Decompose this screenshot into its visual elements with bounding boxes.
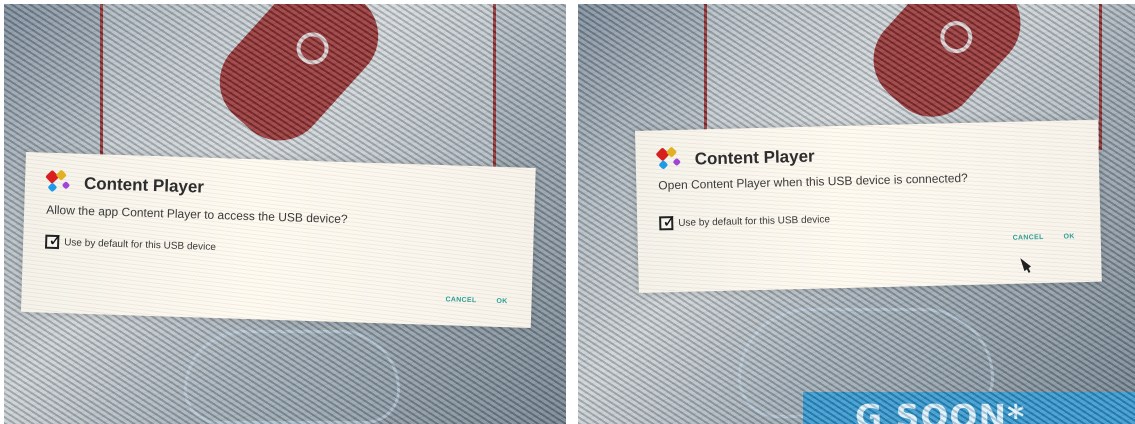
cloud-icon [184, 330, 400, 424]
cancel-button[interactable]: CANCEL [445, 296, 476, 304]
dialog-message: Open Content Player when this USB device… [658, 170, 968, 193]
left-screen-photo: Content Player Allow the app Content Pla… [4, 4, 566, 424]
dialog-title: Content Player [694, 146, 815, 169]
app-icon-purple-tile [61, 181, 71, 190]
use-by-default-label: Use by default for this USB device [678, 213, 831, 229]
dialog-actions: CANCEL OK [1013, 233, 1075, 242]
usb-open-dialog: Content Player Open Content Player when … [635, 119, 1102, 293]
use-by-default-checkbox[interactable]: ✓ [659, 212, 677, 231]
coming-soon-banner: G SOON* [803, 392, 1135, 424]
app-icon-yellow-tile [55, 169, 67, 181]
use-by-default-checkbox-row[interactable]: ✓ Use by default for this USB device [44, 231, 217, 254]
dialog-header: Content Player [655, 145, 815, 172]
checkmark-icon: ✓ [47, 230, 63, 251]
content-player-app-icon [655, 146, 683, 172]
use-by-default-checkbox-row[interactable]: ✓ Use by default for this USB device [659, 212, 831, 231]
ok-button[interactable]: OK [496, 298, 507, 305]
dialog-title: Content Player [83, 173, 205, 197]
cancel-button[interactable]: CANCEL [1013, 234, 1044, 242]
dialog-actions: CANCEL OK [445, 296, 507, 305]
app-icon-blue-tile [658, 159, 669, 170]
use-by-default-checkbox[interactable]: ✓ [44, 231, 63, 250]
app-icon-blue-tile [47, 182, 58, 193]
ok-button[interactable]: OK [1064, 233, 1075, 240]
usb-permission-dialog: Content Player Allow the app Content Pla… [20, 152, 536, 328]
content-player-app-icon [45, 169, 73, 195]
dialog-message: Allow the app Content Player to access t… [45, 202, 348, 227]
use-by-default-label: Use by default for this USB device [64, 236, 217, 253]
checkmark-icon: ✓ [661, 212, 677, 232]
right-screen-photo: G SOON* Content Player Open Content Play… [578, 4, 1135, 424]
app-icon-purple-tile [672, 157, 682, 167]
two-screen-photo-comparison: Content Player Allow the app Content Pla… [0, 0, 1135, 424]
dialog-header: Content Player [45, 169, 205, 199]
